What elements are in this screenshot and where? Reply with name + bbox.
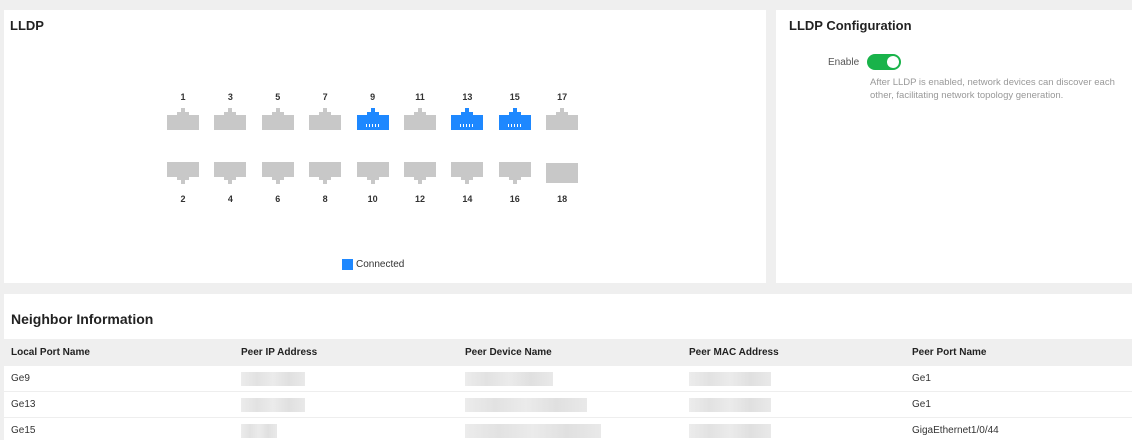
port-11-icon[interactable] [404, 108, 436, 130]
cell-peer-mac-redacted [680, 423, 902, 438]
toggle-knob [887, 56, 900, 68]
port-9-icon[interactable] [356, 108, 389, 130]
table-row: Ge13 Ge1 [4, 392, 1132, 418]
column-header-peer-device: Peer Device Name [465, 347, 552, 358]
port-12-icon[interactable] [404, 162, 436, 184]
port-2-icon[interactable] [167, 162, 199, 184]
port-number: 12 [414, 194, 425, 204]
cell-peer-ip-redacted [232, 371, 456, 386]
port-18-icon[interactable] [546, 162, 579, 184]
port-number: 15 [509, 92, 520, 102]
lldp-configuration-panel: LLDP Configuration Enable After LLDP is … [776, 10, 1132, 283]
column-header-local-port: Local Port Name [11, 347, 90, 358]
cell-peer-mac-redacted [680, 397, 902, 412]
port-16-icon[interactable] [498, 162, 531, 184]
legend: Connected [342, 259, 404, 270]
config-title: LLDP Configuration [789, 18, 912, 33]
cell-local-port: Ge9 [11, 373, 30, 384]
port-10-icon[interactable] [356, 162, 389, 184]
port-number: 8 [322, 194, 328, 204]
neighbor-title: Neighbor Information [11, 311, 154, 327]
enable-description: After LLDP is enabled, network devices c… [870, 77, 1115, 101]
port-number: 16 [509, 194, 520, 204]
port-7-icon[interactable] [309, 108, 342, 130]
table-row: Ge15 GigaEthernet1/0/44 [4, 418, 1132, 440]
port-3-icon[interactable] [214, 108, 247, 130]
column-header-peer-port: Peer Port Name [912, 347, 987, 358]
port-number: 1 [180, 92, 186, 102]
port-13-icon[interactable] [451, 108, 484, 130]
cell-peer-device-redacted [456, 397, 680, 412]
cell-peer-port: Ge1 [912, 399, 931, 410]
port-1-icon[interactable] [167, 108, 199, 130]
column-header-peer-mac: Peer MAC Address [689, 347, 779, 358]
port-number: 14 [462, 194, 473, 204]
port-number: 17 [557, 92, 568, 102]
port-number: 5 [275, 92, 281, 102]
port-14-icon[interactable] [451, 162, 484, 184]
enable-toggle[interactable] [867, 54, 902, 70]
lldp-page: LLDP 1 2 3 4 5 6 7 8 9 10 11 12 13 14 15 16 17 18 Connect… [0, 0, 1132, 440]
legend-connected-label: Connected [356, 259, 405, 270]
port-number: 11 [415, 92, 425, 102]
column-header-peer-ip: Peer IP Address [241, 347, 318, 358]
cell-peer-device-redacted [456, 423, 680, 438]
cell-peer-ip-redacted [232, 423, 456, 438]
neighbor-information-panel: Neighbor Information Local Port Name Pee… [4, 294, 1132, 440]
cell-local-port: Ge15 [11, 425, 36, 436]
port-number: 3 [227, 92, 233, 102]
port-number: 13 [462, 92, 473, 102]
cell-peer-device-redacted [456, 371, 680, 386]
enable-label: Enable [828, 56, 860, 68]
enable-row: Enable [828, 54, 902, 70]
legend-connected-swatch [342, 259, 353, 270]
table-row: Ge9 Ge1 [4, 366, 1132, 392]
port-number: 10 [367, 194, 378, 204]
port-number: 18 [557, 194, 568, 204]
port-5-icon[interactable] [261, 108, 294, 130]
port-15-icon[interactable] [498, 108, 531, 130]
port-number: 9 [370, 92, 376, 102]
port-panel: 1 2 3 4 5 6 7 8 9 10 11 12 13 14 15 16 17 18 [167, 91, 607, 211]
port-8-icon[interactable] [309, 162, 342, 184]
port-number: 4 [227, 194, 233, 204]
cell-peer-port: Ge1 [912, 373, 931, 384]
neighbor-table: Local Port Name Peer IP Address Peer Dev… [4, 339, 1132, 440]
cell-local-port: Ge13 [11, 399, 36, 410]
port-6-icon[interactable] [261, 162, 294, 184]
lldp-panel: LLDP 1 2 3 4 5 6 7 8 9 10 11 12 13 14 15 16 17 18 Connect… [4, 10, 766, 283]
cell-peer-ip-redacted [232, 397, 456, 412]
table-header: Local Port Name Peer IP Address Peer Dev… [4, 339, 1132, 366]
cell-peer-port: GigaEthernet1/0/44 [912, 425, 999, 436]
lldp-title: LLDP [10, 18, 44, 33]
cell-peer-mac-redacted [680, 371, 902, 386]
port-number: 6 [275, 194, 281, 204]
port-number: 7 [322, 92, 328, 102]
port-17-icon[interactable] [546, 108, 579, 130]
port-number: 2 [180, 194, 186, 204]
port-4-icon[interactable] [214, 162, 247, 184]
